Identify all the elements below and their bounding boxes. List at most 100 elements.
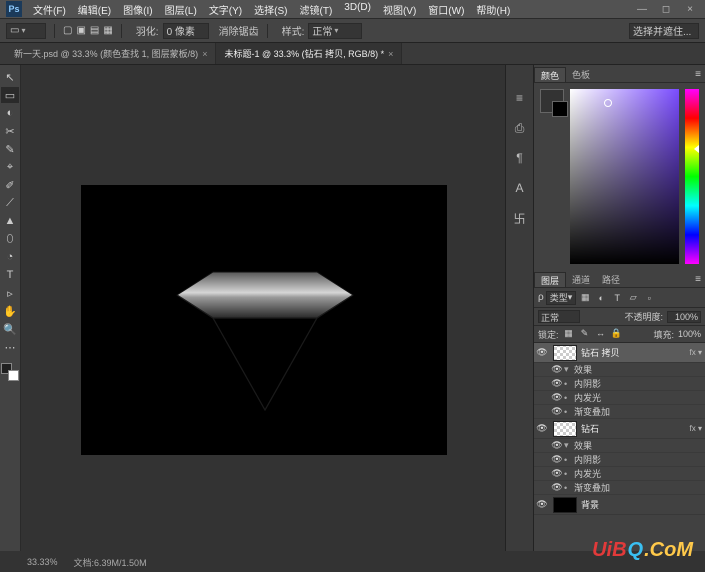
fx-badge[interactable]: fx ▾ [690,424,704,433]
bool-sub[interactable]: ▤ [90,25,99,36]
menu-item[interactable]: 3D(D) [339,0,376,19]
fx-row[interactable]: 👁▾效果 [534,439,705,453]
filter-type-select[interactable]: 类型 ▾ [546,291,577,305]
fx-row[interactable]: 👁•内发光 [534,391,705,405]
canvas-area[interactable] [21,65,505,551]
visibility-icon[interactable]: 👁 [550,454,564,465]
lock-trans-icon[interactable]: ▦ [563,328,575,340]
tool[interactable]: 🔍 [1,321,19,337]
fx-row[interactable]: 👁•渐变叠加 [534,405,705,419]
collapsed-panel-icon[interactable]: ¶ [511,149,529,167]
filter-adjust-icon[interactable]: ◐ [594,291,608,305]
lock-paint-icon[interactable]: ✎ [579,328,591,340]
color-field[interactable] [570,89,679,264]
tool[interactable]: ✋ [1,303,19,319]
document-tab[interactable]: 未标题-1 @ 33.3% (钻石 拷贝, RGB/8) *× [216,43,402,64]
bool-new[interactable]: ▢ [63,25,72,36]
layer-name[interactable]: 钻石 [581,422,690,435]
collapsed-panel-icon[interactable]: 卐 [511,209,529,227]
tab-layers[interactable]: 图层 [534,272,566,287]
tool[interactable]: ▹ [1,285,19,301]
layer-row[interactable]: 👁 钻石 拷贝 fx ▾ [534,343,705,363]
visibility-icon[interactable]: 👁 [535,423,549,434]
lock-pos-icon[interactable]: ↔ [595,328,607,340]
close-tab-icon[interactable]: × [388,49,393,59]
filter-type-icon[interactable]: T [610,291,624,305]
color-swatches[interactable] [540,89,564,113]
tool[interactable]: ⬯ [1,231,19,247]
style-select[interactable]: 正常▾ [308,23,362,39]
filter-smart-icon[interactable]: ▫ [642,291,656,305]
collapsed-panel-icon[interactable]: ≡ [511,89,529,107]
panel-menu-icon[interactable]: ≡ [695,274,701,285]
menu-item[interactable]: 文件(F) [28,0,71,19]
close-button[interactable]: × [681,4,699,15]
fx-row[interactable]: 👁•内发光 [534,467,705,481]
bool-add[interactable]: ▣ [76,25,85,36]
zoom-level[interactable]: 33.33% [27,557,58,567]
tab-color[interactable]: 颜色 [534,67,566,82]
lock-all-icon[interactable]: 🔒 [611,328,623,340]
layer-row[interactable]: 👁 钻石 fx ▾ [534,419,705,439]
menu-item[interactable]: 文字(Y) [204,0,247,19]
fx-row[interactable]: 👁•内阴影 [534,377,705,391]
fx-badge[interactable]: fx ▾ [690,348,704,357]
tool[interactable]: ⌖ [1,159,19,175]
maximize-button[interactable]: ◻ [657,4,675,15]
visibility-icon[interactable]: 👁 [550,468,564,479]
feather-input[interactable]: 0 像素 [163,23,209,39]
tool[interactable]: ▭ [1,87,19,103]
fx-row[interactable]: 👁•内阴影 [534,453,705,467]
menu-item[interactable]: 帮助(H) [471,0,515,19]
tool[interactable]: ✂ [1,123,19,139]
menu-item[interactable]: 滤镜(T) [295,0,338,19]
document-tab[interactable]: 新一天.psd @ 33.3% (颜色查找 1, 图层蒙板/8)× [6,43,216,64]
fg-bg-swatches[interactable] [1,363,19,381]
bool-int[interactable]: ▦ [103,25,112,36]
menu-item[interactable]: 图层(L) [160,0,202,19]
menu-item[interactable]: 图像(I) [118,0,157,19]
collapsed-panel-icon[interactable]: A [511,179,529,197]
close-tab-icon[interactable]: × [202,49,207,59]
blend-mode-select[interactable]: 正常 [538,310,580,323]
menu-item[interactable]: 选择(S) [249,0,292,19]
filter-pixel-icon[interactable]: ▦ [578,291,592,305]
fx-row[interactable]: 👁▾效果 [534,363,705,377]
tool[interactable]: ✐ [1,177,19,193]
tab-swatches[interactable]: 色板 [566,67,596,82]
visibility-icon[interactable]: 👁 [535,499,549,510]
layer-name[interactable]: 背景 [581,498,704,511]
fill-input[interactable]: 100% [678,329,701,339]
tool[interactable]: ✎ [1,141,19,157]
tool[interactable]: T [1,267,19,283]
visibility-icon[interactable]: 👁 [535,347,549,358]
visibility-icon[interactable]: 👁 [550,440,564,451]
visibility-icon[interactable]: 👁 [550,364,564,375]
layer-name[interactable]: 钻石 拷贝 [581,346,690,359]
tool[interactable]: ◔ [1,249,19,265]
visibility-icon[interactable]: 👁 [550,406,564,417]
tab-paths[interactable]: 路径 [596,272,626,287]
tool[interactable]: ⋯ [1,339,19,355]
visibility-icon[interactable]: 👁 [550,482,564,493]
antialias-label[interactable]: 消除锯齿 [219,23,259,38]
menu-item[interactable]: 视图(V) [378,0,421,19]
visibility-icon[interactable]: 👁 [550,378,564,389]
opacity-input[interactable]: 100% [667,311,701,323]
menu-item[interactable]: 窗口(W) [423,0,469,19]
minimize-button[interactable]: — [633,4,651,15]
panel-menu-icon[interactable]: ≡ [695,69,701,80]
layer-row[interactable]: 👁 背景 [534,495,705,515]
tab-channels[interactable]: 通道 [566,272,596,287]
hue-slider[interactable] [685,89,699,264]
menu-item[interactable]: 编辑(E) [73,0,116,19]
select-mask-button[interactable]: 选择并遮住... [629,23,699,39]
tool[interactable]: ⟋ [1,195,19,211]
collapsed-panel-icon[interactable]: ⎙ [511,119,529,137]
filter-shape-icon[interactable]: ▱ [626,291,640,305]
tool-preset[interactable]: ▭ ▾ [6,23,46,39]
tool[interactable]: ↖ [1,69,19,85]
tool[interactable]: ◐ [1,105,19,121]
tool[interactable]: ▲ [1,213,19,229]
visibility-icon[interactable]: 👁 [550,392,564,403]
